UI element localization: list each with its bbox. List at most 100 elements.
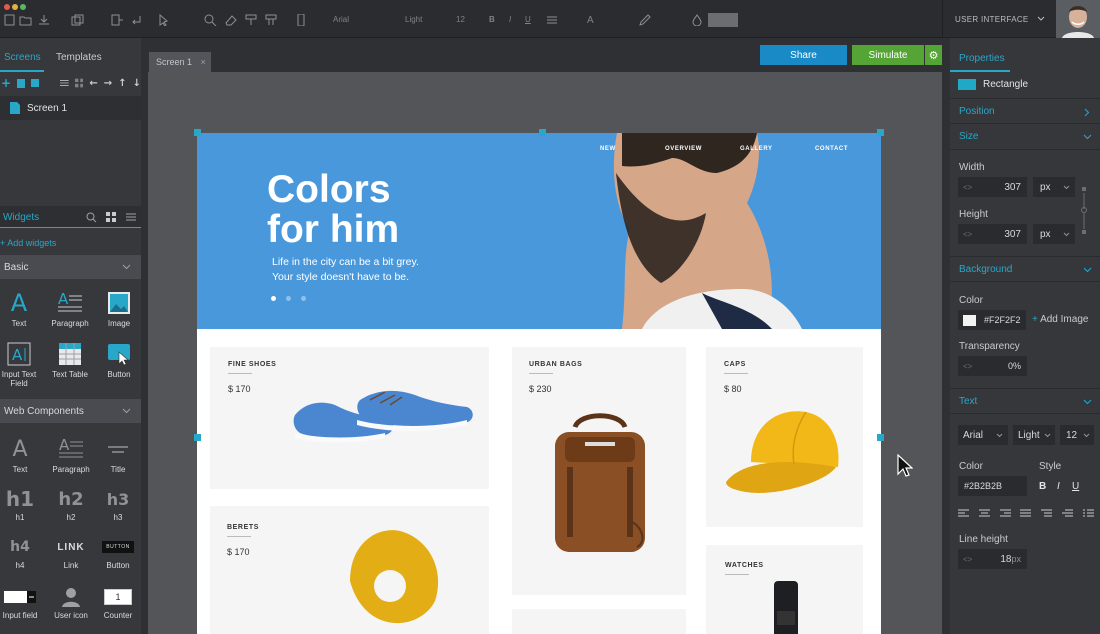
widget-input-text-field[interactable]: A Input Text Field <box>0 341 42 388</box>
fill-drop-icon[interactable] <box>690 14 704 26</box>
widget-button[interactable]: Button <box>96 341 142 379</box>
tab-widgets[interactable]: Widgets <box>3 212 39 223</box>
arrow-down-icon[interactable]: ↓ <box>133 78 141 89</box>
web-widget-h4[interactable]: h4 h4 <box>0 536 43 570</box>
add-widgets-link[interactable]: + Add widgets <box>0 238 56 248</box>
text-section[interactable]: Text <box>950 388 1100 414</box>
list-view-icon[interactable] <box>60 78 69 88</box>
align-center-icon[interactable] <box>978 509 990 518</box>
align-icon[interactable] <box>546 14 560 26</box>
web-widget-button[interactable]: BUTTON Button <box>95 536 141 570</box>
toolbar-font-size[interactable]: 12 <box>456 15 465 24</box>
font-size-select[interactable]: 12 <box>1060 425 1094 445</box>
web-widget-link[interactable]: LINK Link <box>48 536 94 571</box>
product-card-shoes[interactable]: FINE SHOES $ 170 <box>210 347 489 489</box>
arrow-up-icon[interactable]: ↑ <box>118 78 126 89</box>
eraser-icon[interactable] <box>224 14 238 26</box>
folder-icon[interactable] <box>30 79 40 87</box>
toolbar-font-family[interactable]: Arial <box>333 15 349 24</box>
grid-view-icon[interactable] <box>74 78 84 88</box>
undo-icon[interactable] <box>130 14 144 26</box>
nav-contact[interactable]: CONTACT <box>815 146 848 152</box>
tab-properties[interactable]: Properties <box>959 53 1005 64</box>
nav-gallery[interactable]: GALLERY <box>740 146 773 152</box>
new-file-icon[interactable] <box>3 14 17 26</box>
product-card-berets[interactable]: BERETS $ 170 <box>210 506 489 634</box>
ui-mode-dropdown[interactable]: USER INTERFACE <box>942 0 1054 38</box>
width-input[interactable]: <> 307 <box>958 177 1027 197</box>
transparency-input[interactable]: <> 0% <box>958 356 1027 376</box>
widget-text-table[interactable]: Text Table <box>47 341 93 379</box>
screen-list-item[interactable]: Screen 1 <box>0 96 141 120</box>
fill-color-swatch[interactable] <box>708 13 738 27</box>
web-widget-counter[interactable]: 1 Counter <box>95 586 141 620</box>
search-icon[interactable] <box>86 212 97 223</box>
basic-section-header[interactable]: Basic <box>0 255 141 279</box>
share-button[interactable]: Share <box>760 45 847 65</box>
screen-page[interactable]: NEW OVERVIEW GALLERY CONTACT Colors for … <box>197 133 881 634</box>
size-section[interactable]: Size <box>950 124 1100 150</box>
product-card-partial[interactable] <box>512 609 686 634</box>
height-unit-select[interactable]: px <box>1033 224 1075 244</box>
web-widget-title[interactable]: Title <box>95 436 141 474</box>
web-widget-input-field[interactable]: Input field <box>0 586 43 620</box>
paint-roller-icon[interactable] <box>244 14 258 26</box>
carousel-dot[interactable] <box>286 296 291 301</box>
underline-toggle[interactable]: U <box>1072 481 1079 492</box>
widgets-list-icon[interactable] <box>126 212 136 222</box>
resize-handle-top-left[interactable] <box>194 129 201 136</box>
add-image-link[interactable]: + Add Image <box>1032 314 1088 325</box>
position-section[interactable]: Position <box>950 98 1100 124</box>
screen-tab[interactable]: Screen 1 × <box>149 52 211 72</box>
product-card-caps[interactable]: CAPS $ 80 <box>706 347 863 527</box>
product-card-watches[interactable]: WATCHES <box>706 545 863 634</box>
resize-handle-top[interactable] <box>539 129 546 136</box>
duplicate-icon[interactable] <box>70 14 84 26</box>
font-color-icon[interactable]: A <box>587 15 594 26</box>
resize-handle-top-right[interactable] <box>877 129 884 136</box>
carousel-dot-active[interactable] <box>271 296 276 301</box>
lock-aspect-ratio-icon[interactable] <box>1081 183 1087 237</box>
stepper-arrows-icon[interactable]: <> <box>963 183 972 192</box>
web-widget-h2[interactable]: h2 h2 <box>48 488 94 523</box>
toolbar-font-weight[interactable]: Light <box>405 15 422 24</box>
close-tab-icon[interactable]: × <box>201 57 206 67</box>
widget-image[interactable]: Image <box>96 290 142 328</box>
minimize-window-button[interactable] <box>12 4 18 10</box>
device-icon[interactable] <box>294 14 308 26</box>
close-window-button[interactable] <box>4 4 10 10</box>
resize-handle-right[interactable] <box>877 434 884 441</box>
add-screen-icon[interactable]: + <box>1 76 11 90</box>
italic-toggle[interactable]: I <box>1057 481 1060 492</box>
align-right-icon[interactable] <box>999 509 1011 518</box>
align-middle-icon[interactable] <box>1062 509 1074 518</box>
font-family-select[interactable]: Arial <box>958 425 1008 445</box>
download-icon[interactable] <box>37 14 51 26</box>
stepper-arrows-icon[interactable]: <> <box>963 362 972 371</box>
line-height-input[interactable]: <> 18 px <box>958 549 1027 569</box>
pointer-icon[interactable] <box>157 14 171 26</box>
resize-handle-left[interactable] <box>194 434 201 441</box>
width-unit-select[interactable]: px <box>1033 177 1075 197</box>
zoom-icon[interactable] <box>203 14 217 26</box>
nav-new[interactable]: NEW <box>600 146 616 152</box>
open-folder-icon[interactable] <box>19 14 33 26</box>
hero-banner[interactable]: NEW OVERVIEW GALLERY CONTACT Colors for … <box>197 133 881 329</box>
stepper-arrows-icon[interactable]: <> <box>963 555 972 564</box>
align-top-icon[interactable] <box>1041 509 1053 518</box>
font-weight-select[interactable]: Light <box>1013 425 1055 445</box>
simulate-button[interactable]: Simulate <box>852 45 924 65</box>
list-icon[interactable] <box>1082 509 1094 518</box>
widget-paragraph[interactable]: A Paragraph <box>47 290 93 328</box>
text-color-input[interactable]: #2B2B2B <box>958 476 1027 496</box>
arrow-right-icon[interactable]: → <box>104 78 112 89</box>
web-widget-paragraph[interactable]: A Paragraph <box>48 436 94 474</box>
simulate-settings-gear-icon[interactable]: ⚙ <box>925 45 942 65</box>
underline-icon[interactable]: U <box>525 15 531 24</box>
tab-templates[interactable]: Templates <box>56 52 102 63</box>
carousel-dot[interactable] <box>301 296 306 301</box>
widgets-grid-icon[interactable] <box>106 212 116 222</box>
brush-icon[interactable] <box>264 14 278 26</box>
bg-color-input[interactable]: #F2F2F2 <box>958 310 1026 330</box>
pen-icon[interactable] <box>638 14 652 26</box>
